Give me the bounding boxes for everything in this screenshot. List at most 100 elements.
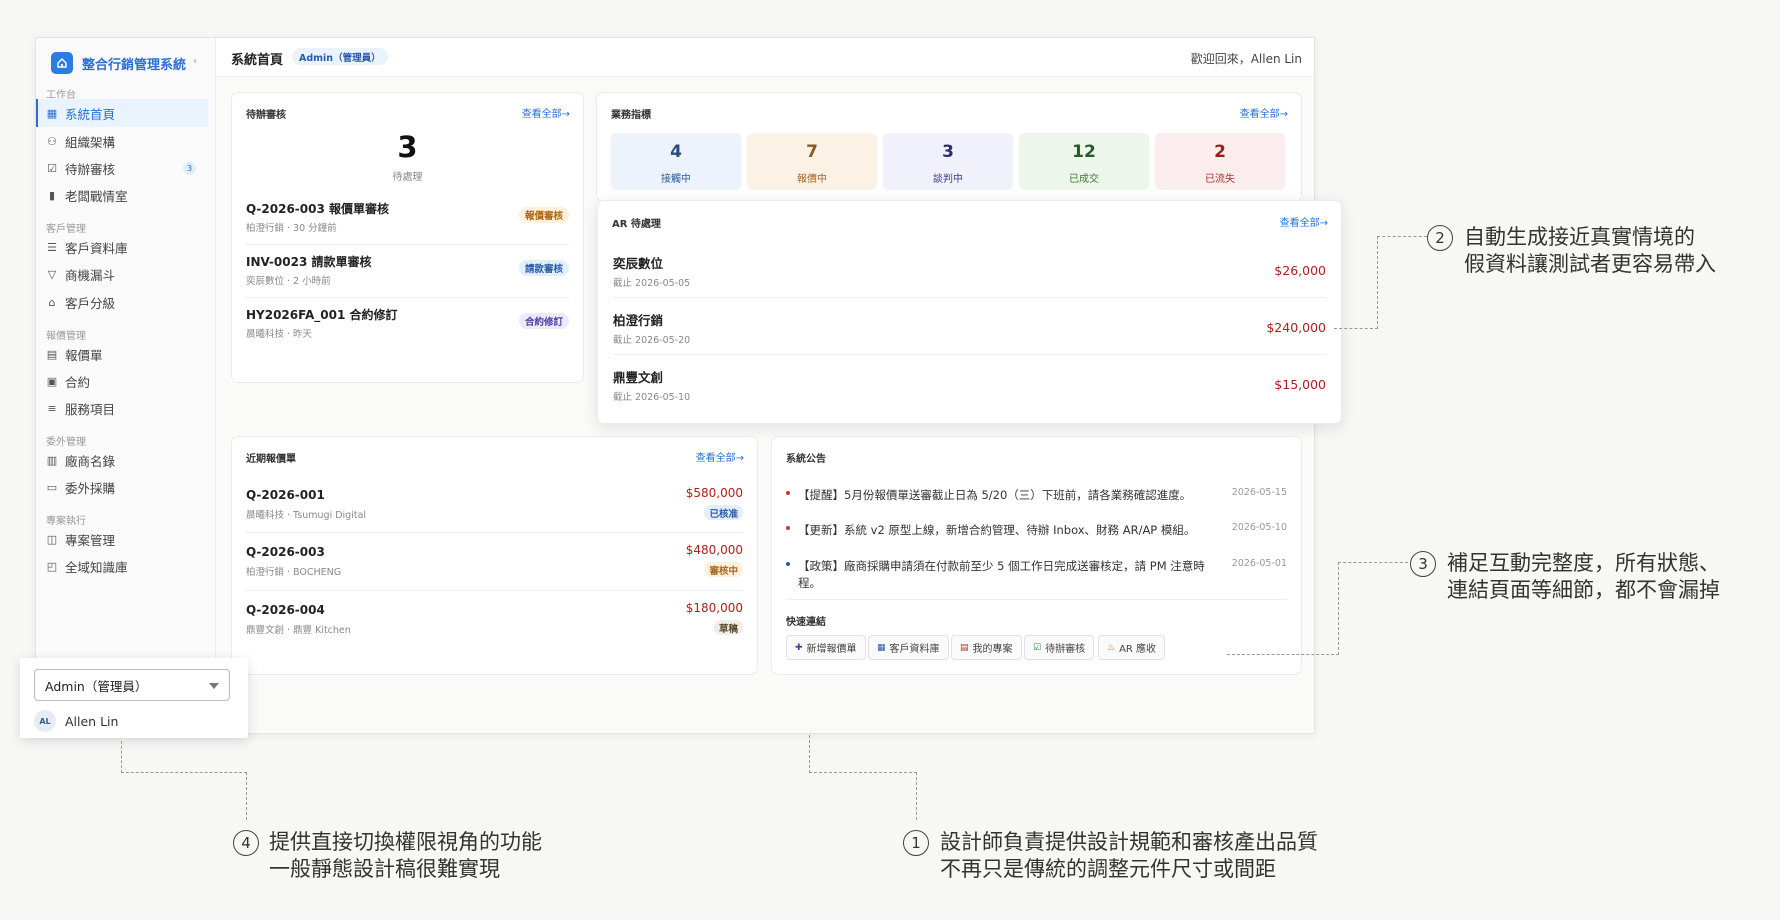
sidebar-item-org[interactable]: ⚇ 組織架構	[36, 127, 208, 155]
card-title: 近期報價單	[246, 454, 296, 465]
quick-link-new-quote[interactable]: ✚ 新增報價單	[786, 635, 866, 660]
sidebar-item-vendors[interactable]: ▥ 廠商名錄	[36, 446, 208, 474]
view-all-link[interactable]: 查看全部→	[1280, 214, 1328, 229]
callout-3: 補足互動完整度，所有狀態、 連結頁面等細節，都不會漏掉	[1447, 550, 1720, 604]
connector-line	[1227, 654, 1339, 655]
sidebar-item-home[interactable]: ▦ 系統首頁	[36, 99, 208, 127]
list-item[interactable]: HY2026FA_001 合約修訂 晨曦科技 · 昨天 合約修訂	[246, 306, 569, 358]
quick-link-customer-db[interactable]: ▦ 客戶資料庫	[868, 635, 949, 660]
quick-link-ar[interactable]: ♨ AR 應收	[1098, 635, 1166, 660]
callout-text: 設計師負責提供設計規範和審核產出品質	[940, 830, 1318, 854]
pending-approvals-card: 待辦審核 查看全部→ 3 待處理 Q-2026-003 報價單審核 柏澄行銷 ·…	[231, 92, 584, 383]
quick-link-label: AR 應收	[1119, 644, 1157, 655]
kpi-label: 已成交	[1069, 174, 1099, 185]
status-badge: 合約修訂	[518, 313, 569, 329]
connector-line	[916, 772, 917, 820]
callout-text: 一般靜態設計稿很難實現	[269, 857, 500, 881]
sidebar-item-knowledge[interactable]: ◰ 全域知識庫	[36, 552, 208, 580]
kpi-contacting[interactable]: 4 接觸中	[611, 133, 741, 190]
sidebar-item-label: 組織架構	[65, 134, 116, 150]
kpi-closed[interactable]: 12 已成交	[1019, 133, 1149, 190]
kpi-value: 4	[670, 142, 682, 162]
view-all-link[interactable]: 查看全部→	[1240, 105, 1288, 120]
kpi-lost[interactable]: 2 已流失	[1155, 133, 1285, 190]
quote-meta: 晨曦科技 · Tsumugi Digital	[246, 510, 367, 521]
quick-link-my-projects[interactable]: ▤ 我的專案	[951, 635, 1022, 660]
item-meta: 奕辰數位 · 2 小時前	[246, 276, 331, 287]
callout-text: 不再只是傳統的調整元件尺寸或間距	[940, 857, 1276, 881]
sidebar-item-projects[interactable]: ◫ 專案管理	[36, 525, 208, 553]
list-item[interactable]: 奕辰數位 截止 2026-05-05 $26,000	[613, 253, 1326, 303]
sidebar-item-customer-tier[interactable]: ⌂ 客戶分級	[36, 288, 208, 316]
item-title: HY2026FA_001 合約修訂	[246, 308, 398, 322]
pending-count-label: 待處理	[392, 172, 423, 183]
table-row[interactable]: Q-2026-003 柏澄行銷 · BOCHENG $480,000 審核中	[246, 541, 743, 593]
role-select[interactable]: Admin（管理員）	[34, 669, 230, 701]
sidebar-item-label: 客戶分級	[65, 295, 116, 311]
building-icon: ▦	[877, 642, 886, 653]
sidebar-item-purchasing[interactable]: ▭ 委外採購	[36, 473, 208, 501]
funnel-icon: ▽	[47, 267, 57, 281]
sidebar-item-approvals[interactable]: ☑ 待辦審核 3	[36, 154, 208, 182]
status-badge: 已核准	[704, 505, 743, 520]
table-row[interactable]: Q-2026-004 鼎豐文創 · 鼎豐 Kitchen $180,000 草稿	[246, 599, 743, 651]
kpi-value: 3	[942, 142, 954, 162]
book-icon: ▥	[46, 453, 58, 467]
divider	[246, 297, 569, 298]
approvals-count-badge: 3	[183, 162, 196, 175]
quote-id: Q-2026-001	[246, 488, 325, 502]
document-icon: ▤	[46, 347, 58, 361]
callout-text: 自動生成接近真實情境的	[1464, 225, 1695, 249]
client-name: 鼎豐文創	[613, 370, 664, 385]
bar-chart-icon: ▮	[48, 188, 56, 202]
status-badge: 草稿	[713, 620, 743, 635]
sidebar-item-customer-db[interactable]: ☰ 客戶資料庫	[36, 233, 208, 261]
role-badge: Admin（管理員）	[292, 48, 388, 65]
home-logo-icon	[51, 52, 73, 74]
view-all-link[interactable]: 查看全部→	[696, 449, 744, 464]
divider	[613, 297, 1326, 298]
connector-line	[809, 735, 810, 773]
kpi-label: 接觸中	[661, 174, 691, 185]
sidebar-item-funnel[interactable]: ▽ 商機漏斗	[36, 260, 208, 288]
org-chart-icon: ⚇	[47, 134, 57, 148]
sidebar-item-services[interactable]: ≡ 服務項目	[36, 394, 208, 422]
top-header: 系統首頁 Admin（管理員） 歡迎回來，Allen Lin	[216, 38, 1314, 77]
sidebar-item-contracts[interactable]: ▣ 合約	[36, 367, 208, 395]
app-window: 整合行銷管理系統 ‹ 工作台 ▦ 系統首頁 ⚇ 組織架構 ☑ 待辦審核 3 ▮ …	[35, 37, 1342, 734]
connector-line	[1334, 328, 1378, 329]
amount: $580,000	[685, 486, 743, 500]
table-row[interactable]: Q-2026-001 晨曦科技 · Tsumugi Digital $580,0…	[246, 484, 743, 536]
callout-1: 設計師負責提供設計規範和審核產出品質 不再只是傳統的調整元件尺寸或間距	[940, 829, 1318, 883]
kpi-negotiating[interactable]: 3 談判中	[883, 133, 1013, 190]
list-item[interactable]: 柏澄行銷 截止 2026-05-20 $240,000	[613, 310, 1326, 360]
sidebar-item-label: 合約	[65, 374, 91, 390]
kpi-quoting[interactable]: 7 報價中	[747, 133, 877, 190]
collapse-sidebar-icon[interactable]: ‹	[193, 56, 197, 67]
callout-number: 2	[1427, 225, 1453, 251]
callout-number: 4	[233, 830, 259, 856]
connector-line	[1377, 236, 1427, 237]
connector-line	[121, 772, 247, 773]
announcement-text: 【更新】系統 v2 原型上線，新增合約管理、待辦 Inbox、財務 AR/AP …	[798, 523, 1196, 537]
bullet-dot	[786, 562, 790, 566]
sidebar-item-war-room[interactable]: ▮ 老闆戰情室	[36, 181, 208, 209]
sidebar-item-label: 委外採購	[65, 480, 116, 496]
check-square-icon: ☑	[47, 161, 57, 175]
amount: $240,000	[1266, 320, 1326, 335]
callout-number: 3	[1410, 551, 1436, 577]
divider	[613, 354, 1326, 355]
card-title: 系統公告	[786, 454, 826, 465]
current-user[interactable]: AL Allen Lin	[34, 710, 118, 732]
list-item[interactable]: 鼎豐文創 截止 2026-05-10 $15,000	[613, 367, 1326, 417]
announcement-date: 2026-05-15	[1231, 487, 1287, 498]
kpi-value: 12	[1072, 142, 1096, 162]
quick-link-approvals[interactable]: ☑ 待辦審核	[1024, 635, 1095, 660]
brand[interactable]: 整合行銷管理系統	[51, 51, 186, 75]
sidebar-item-quotes[interactable]: ▤ 報價單	[36, 340, 208, 368]
quote-id: Q-2026-004	[246, 603, 325, 617]
sidebar-item-label: 服務項目	[65, 401, 116, 417]
sidebar-item-label: 廠商名錄	[65, 453, 116, 469]
sidebar: 整合行銷管理系統 ‹ 工作台 ▦ 系統首頁 ⚇ 組織架構 ☑ 待辦審核 3 ▮ …	[36, 38, 216, 733]
view-all-link[interactable]: 查看全部→	[522, 105, 570, 120]
